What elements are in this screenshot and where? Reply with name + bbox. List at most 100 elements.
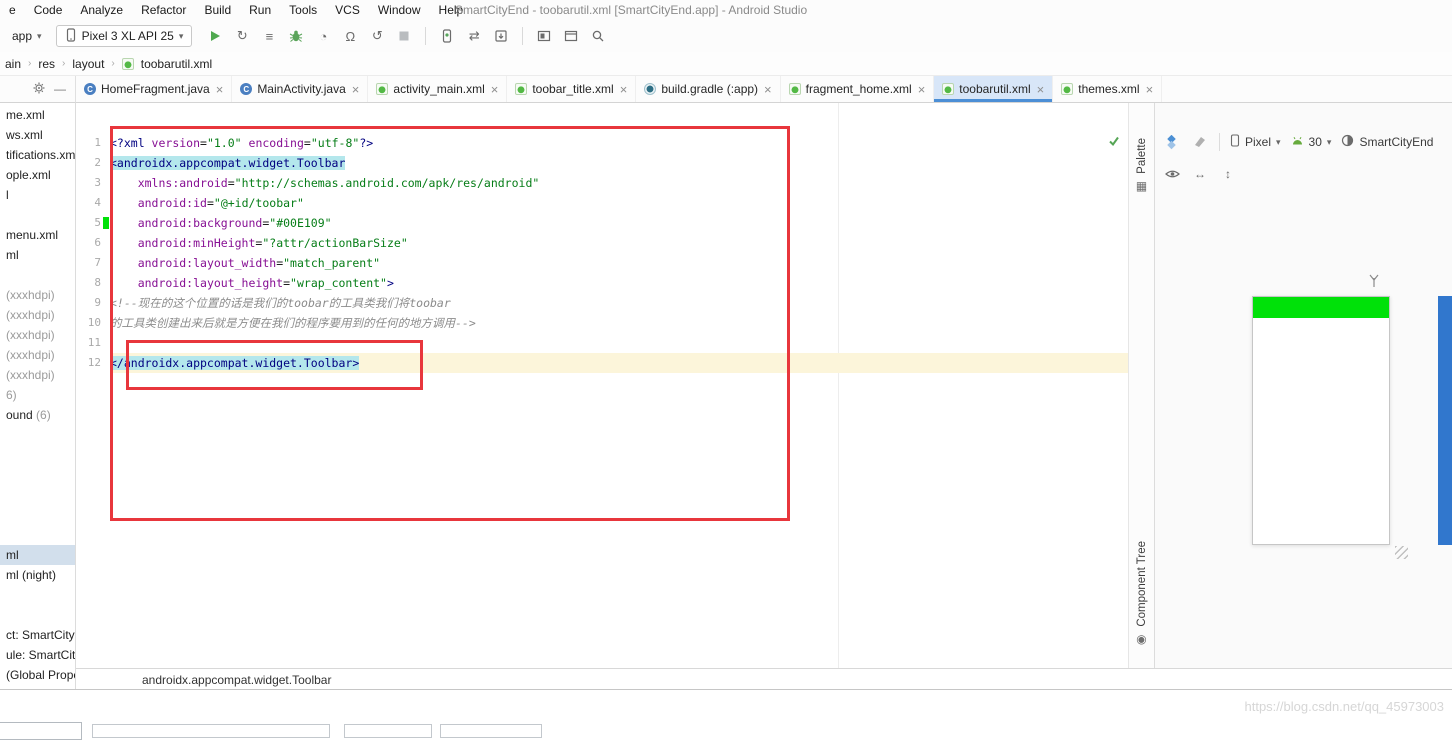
window-icon[interactable]	[562, 27, 580, 45]
breadcrumb-item[interactable]: layout	[72, 57, 104, 71]
editor-tab[interactable]: CHomeFragment.java×	[76, 76, 232, 102]
code-line[interactable]: 2<androidx.appcompat.widget.Toolbar	[76, 153, 1128, 173]
settings-gear-icon[interactable]	[33, 82, 45, 97]
project-tree-item[interactable]: (xxxhdpi)	[0, 285, 75, 305]
resize-mode-icon[interactable]: ↕	[1219, 165, 1237, 183]
device-dropdown[interactable]: Pixel 3 XL API 25 ▾	[56, 25, 193, 47]
line-number[interactable]: 12	[76, 353, 110, 373]
code-line[interactable]: 6 android:minHeight="?attr/actionBarSize…	[76, 233, 1128, 253]
rerun-icon[interactable]: ↻	[233, 27, 251, 45]
preview-device-dropdown[interactable]: Pixel ▾	[1230, 134, 1281, 150]
sdk-manager-icon[interactable]	[492, 27, 510, 45]
project-tree-item[interactable]	[0, 425, 75, 445]
line-number[interactable]: 4	[76, 193, 110, 213]
api-level-dropdown[interactable]: 30 ▾	[1291, 135, 1332, 150]
menu-item-run[interactable]: Run	[240, 3, 280, 17]
project-tree-item[interactable]: (xxxhdpi)	[0, 325, 75, 345]
project-tree-item[interactable]	[0, 265, 75, 285]
editor-tab[interactable]: activity_main.xml×	[368, 76, 507, 102]
project-tree-item[interactable]	[0, 585, 75, 605]
menu-item-window[interactable]: Window	[369, 3, 430, 17]
code-line[interactable]: 3 xmlns:android="http://schemas.android.…	[76, 173, 1128, 193]
theme-dropdown[interactable]: SmartCityEnd	[1341, 134, 1433, 150]
line-number[interactable]: 8	[76, 273, 110, 293]
project-tree-item[interactable]: menu.xml	[0, 225, 75, 245]
project-tree-item[interactable]: ople.xml	[0, 165, 75, 185]
tab-close-icon[interactable]: ×	[1037, 82, 1045, 97]
layout-preview[interactable]	[1252, 296, 1390, 545]
project-tree-item[interactable]: (xxxhdpi)	[0, 365, 75, 385]
editor-breadcrumb[interactable]: androidx.appcompat.widget.Toolbar	[142, 673, 331, 687]
debug-icon[interactable]	[287, 27, 305, 45]
code-line[interactable]: 10的工具类创建出来后就是方便在我们的程序要用到的任何的地方调用-->	[76, 313, 1128, 333]
editor-tab[interactable]: toobar_title.xml×	[507, 76, 636, 102]
code-line[interactable]: 7 android:layout_width="match_parent"	[76, 253, 1128, 273]
line-number[interactable]: 10	[76, 313, 110, 333]
editor-tab[interactable]: fragment_home.xml×	[781, 76, 935, 102]
breadcrumb-item[interactable]: ain	[5, 57, 21, 71]
collapse-all-icon[interactable]: —	[54, 82, 66, 96]
menu-item-build[interactable]: Build	[195, 3, 240, 17]
layout-inspector-icon[interactable]	[535, 27, 553, 45]
project-tree-item[interactable]: ml (night)	[0, 565, 75, 585]
project-tree-item[interactable]: (xxxhdpi)	[0, 305, 75, 325]
run-config-dropdown[interactable]: app ▾	[0, 29, 46, 43]
menu-item-refactor[interactable]: Refactor	[132, 3, 195, 17]
project-tree-item[interactable]: ound (6)	[0, 405, 75, 425]
code-line[interactable]: 12</androidx.appcompat.widget.Toolbar>	[76, 353, 1128, 373]
code-line[interactable]: 4 android:id="@+id/toobar"	[76, 193, 1128, 213]
gradle-sync-icon[interactable]: ⇄	[465, 27, 483, 45]
editor-tab[interactable]: build.gradle (:app)×	[636, 76, 780, 102]
tab-close-icon[interactable]: ×	[764, 82, 772, 97]
tab-close-icon[interactable]: ×	[918, 82, 926, 97]
attach-debugger-icon[interactable]: Ω	[341, 27, 359, 45]
code-line[interactable]: 5 android:background="#00E109"	[76, 213, 1128, 233]
menu-item-code[interactable]: Code	[25, 3, 72, 17]
project-tree-item[interactable]: l	[0, 185, 75, 205]
line-number[interactable]: 9	[76, 293, 110, 313]
preview-toolbar[interactable]	[1253, 297, 1389, 318]
project-tree-item[interactable]: ct: SmartCityE	[0, 625, 75, 645]
line-number[interactable]: 6	[76, 233, 110, 253]
menu-item-e[interactable]: e	[0, 3, 25, 17]
run-tasks-icon[interactable]: ≡	[260, 27, 278, 45]
breadcrumb-item[interactable]: toobarutil.xml	[141, 57, 212, 71]
code-line[interactable]: 1<?xml version="1.0" encoding="utf-8"?>	[76, 133, 1128, 153]
code-line[interactable]: 8 android:layout_height="wrap_content">	[76, 273, 1128, 293]
project-tree-item[interactable]: ule: SmartCity	[0, 645, 75, 665]
apply-changes-icon[interactable]: ↺	[368, 27, 386, 45]
inspection-ok-icon[interactable]	[1108, 135, 1120, 150]
project-tree-item[interactable]	[0, 605, 75, 625]
line-number[interactable]: 7	[76, 253, 110, 273]
project-tree-item[interactable]: tifications.xm	[0, 145, 75, 165]
blueprint-mode-icon[interactable]	[1191, 133, 1209, 151]
menu-item-tools[interactable]: Tools	[280, 3, 326, 17]
project-tree-item[interactable]: 6)	[0, 385, 75, 405]
stop-icon[interactable]	[395, 27, 413, 45]
tab-close-icon[interactable]: ×	[491, 82, 499, 97]
code-line[interactable]: 9<!--现在的这个位置的话是我们的toobar的工具类我们将toobar	[76, 293, 1128, 313]
project-tree-item[interactable]	[0, 485, 75, 505]
project-tree-item[interactable]: ml	[0, 545, 75, 565]
preview-resize-handle[interactable]	[1395, 546, 1408, 559]
menu-item-vcs[interactable]: VCS	[326, 3, 369, 17]
project-tree-item[interactable]: (xxxhdpi)	[0, 345, 75, 365]
breadcrumb-item[interactable]: res	[38, 57, 55, 71]
code-editor[interactable]: 1<?xml version="1.0" encoding="utf-8"?>2…	[76, 103, 1128, 668]
project-tree-item[interactable]	[0, 445, 75, 465]
code-line[interactable]: 11	[76, 333, 1128, 353]
profiler-icon[interactable]: ◔	[314, 27, 332, 45]
tab-close-icon[interactable]: ×	[216, 82, 224, 97]
editor-tab[interactable]: toobarutil.xml×	[934, 76, 1053, 102]
project-tree-item[interactable]: ws.xml	[0, 125, 75, 145]
search-icon[interactable]	[589, 27, 607, 45]
tab-close-icon[interactable]: ×	[1146, 82, 1154, 97]
project-tree-item[interactable]	[0, 205, 75, 225]
line-number[interactable]: 2	[76, 153, 110, 173]
project-tree-item[interactable]: ml	[0, 245, 75, 265]
run-icon[interactable]	[206, 27, 224, 45]
menu-item-analyze[interactable]: Analyze	[71, 3, 132, 17]
project-tree-item[interactable]	[0, 465, 75, 485]
color-preview-chip[interactable]	[103, 217, 109, 229]
editor-tab[interactable]: CMainActivity.java×	[232, 76, 368, 102]
